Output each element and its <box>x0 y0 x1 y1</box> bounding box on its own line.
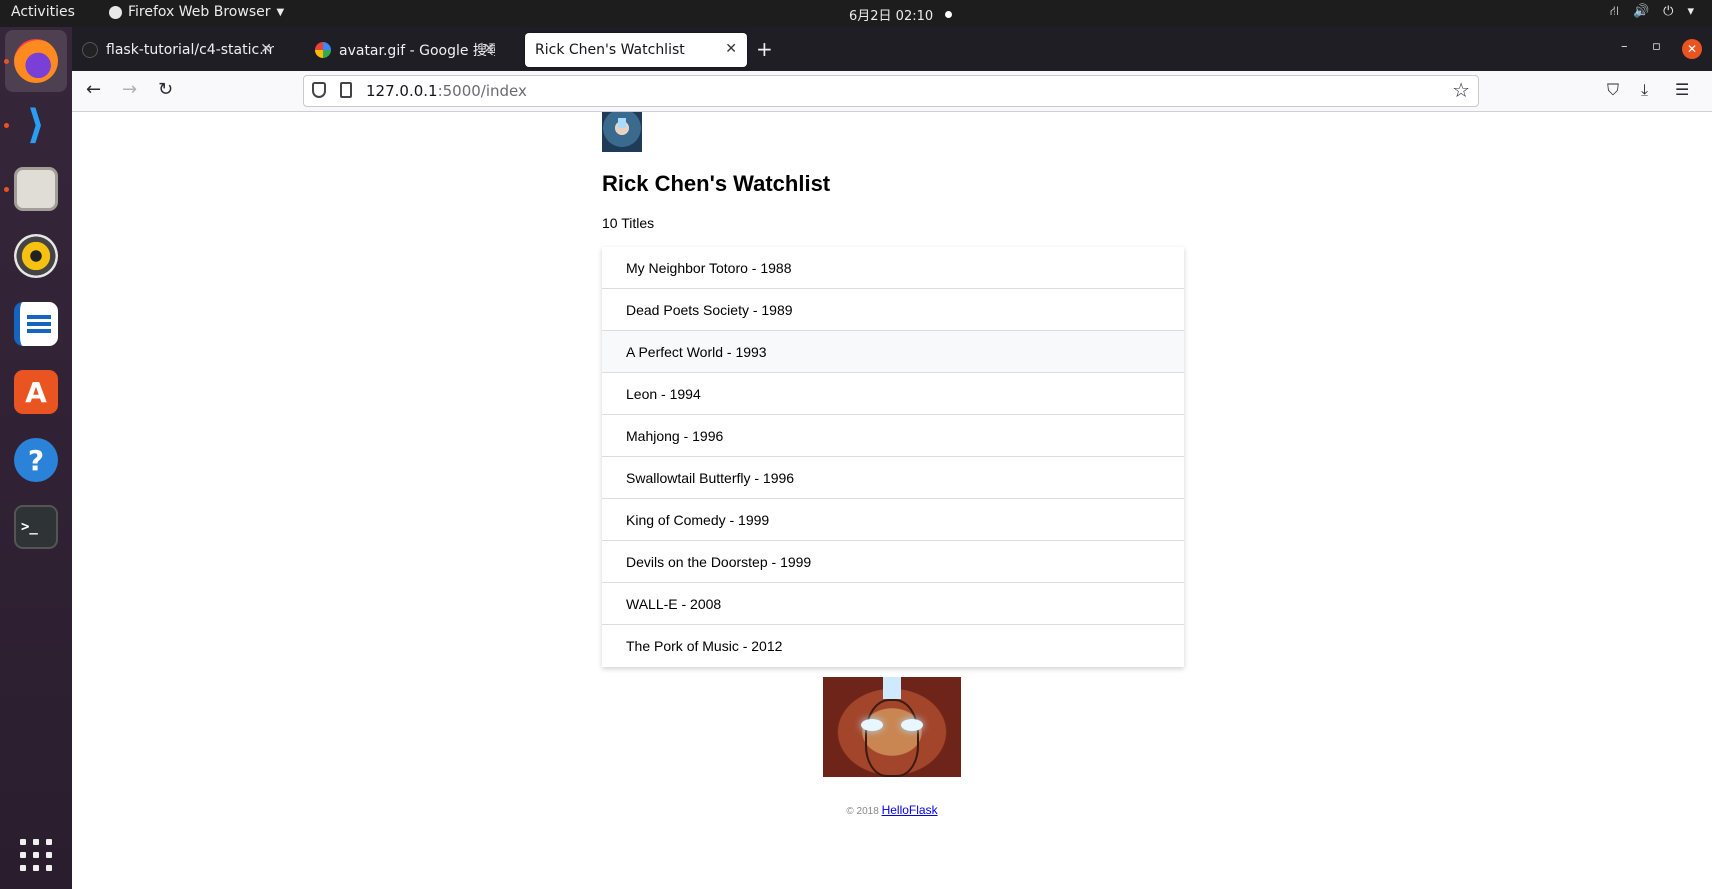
page-title: Rick Chen's Watchlist <box>602 171 831 196</box>
list-item: King of Comedy - 1999 <box>602 499 1184 541</box>
running-indicator <box>4 59 9 64</box>
pocket-icon[interactable]: ⛉ <box>1607 80 1619 100</box>
dock-app-store[interactable]: A <box>5 361 67 423</box>
forward-icon[interactable]: → <box>122 79 137 100</box>
chevron-down-icon[interactable]: ▾ <box>1687 4 1694 21</box>
close-icon[interactable]: ✕ <box>483 41 495 57</box>
tab-label: flask-tutorial/c4-static.md <box>106 42 274 58</box>
system-top-bar: Activities Firefox Web Browser ▼ 6月2日 02… <box>0 0 1712 27</box>
firefox-icon <box>14 39 58 83</box>
page-info-icon[interactable] <box>340 82 352 98</box>
helloflask-link[interactable]: HelloFlask <box>882 803 938 817</box>
list-item: The Pork of Music - 2012 <box>626 638 783 654</box>
minimize-icon[interactable]: – <box>1621 39 1628 54</box>
system-tray[interactable]: ⛙ 🔊 ⏻ ▾ <box>1610 4 1694 21</box>
tab-watchlist[interactable]: Rick Chen's Watchlist ✕ <box>525 33 747 67</box>
url-text[interactable]: 127.0.0.1:5000/index <box>366 82 527 100</box>
footer-image <box>823 677 961 777</box>
activities-button[interactable]: Activities <box>11 4 75 20</box>
vscode-icon: ⟩ <box>26 102 46 148</box>
tab-flask-tutorial[interactable]: flask-tutorial/c4-static.md ✕ <box>72 33 282 67</box>
dock-help[interactable]: ? <box>5 429 67 491</box>
reload-icon[interactable]: ↻ <box>158 79 173 100</box>
tab-strip: flask-tutorial/c4-static.md ✕ avatar.gif… <box>72 27 1712 71</box>
app-menu[interactable]: Firefox Web Browser ▼ <box>109 4 284 20</box>
tracking-shield-icon[interactable] <box>312 82 326 98</box>
copyright-text: © 2018 <box>846 806 882 817</box>
list-item: Devils on the Doorstep - 1999 <box>602 541 1184 583</box>
navigation-toolbar: ← → ↻ 127.0.0.1:5000/index ☆ ⛉ ⤓ ☰ <box>72 71 1712 112</box>
dock-terminal[interactable]: >_ <box>5 496 67 558</box>
list-item: Dead Poets Society - 1989 <box>602 289 1184 331</box>
tab-label: avatar.gif - Google 搜尋 <box>339 43 495 59</box>
back-icon[interactable]: ← <box>86 79 101 100</box>
list-item: My Neighbor Totoro - 1988 <box>602 247 1184 289</box>
new-tab-icon[interactable]: + <box>756 37 773 61</box>
dock-vscode[interactable]: ⟩ <box>4 94 67 156</box>
running-indicator <box>4 187 9 192</box>
terminal-icon: >_ <box>14 505 58 549</box>
show-apps-icon[interactable] <box>20 839 52 871</box>
list-item: A Perfect World - 1993 <box>602 331 1184 373</box>
bookmark-star-icon[interactable]: ☆ <box>1452 78 1470 102</box>
avatar <box>602 112 642 152</box>
tab-google-search[interactable]: avatar.gif - Google 搜尋 ✕ <box>305 33 505 67</box>
dock: ⟩ A ? >_ <box>0 27 72 889</box>
window-close-icon[interactable]: ✕ <box>1682 39 1702 59</box>
list-item: WALL-E - 2008 <box>602 583 1184 625</box>
list-item: Mahjong - 1996 <box>602 415 1184 457</box>
title-count: 10 Titles <box>602 215 655 231</box>
url-bar[interactable]: 127.0.0.1:5000/index ☆ <box>303 75 1479 107</box>
help-icon: ? <box>14 438 58 482</box>
tab-label: Rick Chen's Watchlist <box>535 42 685 58</box>
dock-files[interactable] <box>4 158 67 220</box>
menu-icon[interactable]: ☰ <box>1675 80 1689 99</box>
download-icon[interactable]: ⤓ <box>1641 80 1648 100</box>
dock-rhythmbox[interactable] <box>5 225 67 287</box>
maximize-icon[interactable]: ▫ <box>1652 39 1661 54</box>
clock-label: 6月2日 02:10 <box>849 9 934 24</box>
chevron-down-icon: ▼ <box>276 6 285 18</box>
firefox-small-icon <box>109 5 122 19</box>
list-item: Leon - 1994 <box>602 373 1184 415</box>
rhythmbox-icon <box>14 234 58 278</box>
dock-writer[interactable] <box>5 293 67 355</box>
page-content: Rick Chen's Watchlist 10 Titles My Neigh… <box>72 112 1712 889</box>
running-indicator <box>4 123 9 128</box>
close-icon[interactable]: ✕ <box>260 41 272 57</box>
movie-list: My Neighbor Totoro - 1988 Dead Poets Soc… <box>602 247 1184 667</box>
clock[interactable]: 6月2日 02:10 <box>849 5 953 24</box>
list-item: Swallowtail Butterfly - 1996 <box>602 457 1184 499</box>
power-icon[interactable]: ⏻ <box>1663 4 1673 21</box>
notification-dot-icon <box>945 11 953 18</box>
network-icon[interactable]: ⛙ <box>1610 4 1619 21</box>
close-icon[interactable]: ✕ <box>725 41 737 57</box>
volume-icon[interactable]: 🔊 <box>1633 4 1649 21</box>
google-icon <box>315 42 331 58</box>
files-icon <box>14 167 58 211</box>
app-menu-label: Firefox Web Browser <box>128 4 271 20</box>
footer: © 2018 HelloFlask <box>72 803 1712 817</box>
writer-icon <box>14 302 58 346</box>
github-icon <box>82 42 98 58</box>
app-store-icon: A <box>14 370 58 414</box>
dock-firefox[interactable] <box>4 30 67 92</box>
